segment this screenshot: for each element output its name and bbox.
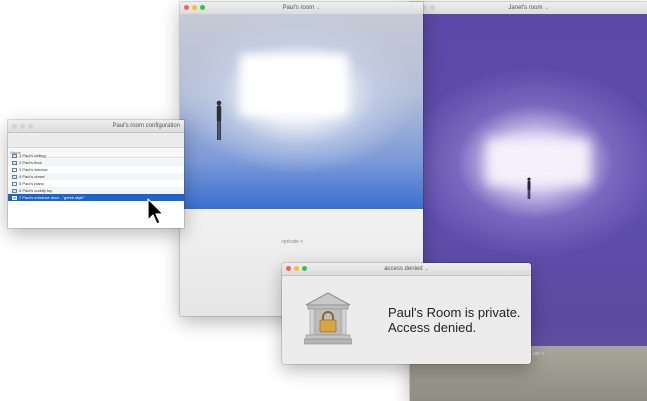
list-item[interactable]: 1 Paul's ceiling [8, 152, 184, 159]
dialog-message: Paul's Room is private. Access denied. [388, 305, 528, 335]
minimize-button[interactable] [20, 124, 25, 129]
list-item[interactable]: 3 Paul's window [8, 166, 184, 173]
list-item-label: 5 Paul's piano [19, 181, 45, 186]
grid-icon [12, 160, 17, 165]
zoom-button[interactable] [430, 5, 435, 10]
zoom-button[interactable] [200, 5, 205, 10]
close-button[interactable] [12, 124, 17, 129]
list-item-label: 6 Paul's cuddly toy [19, 188, 53, 193]
grid-icon [12, 188, 17, 193]
chevron-down-icon[interactable]: ⌄ [425, 266, 429, 272]
list-item-label: 7 Paul's entrance door - "greek style" [19, 195, 85, 200]
grid-icon [12, 153, 17, 158]
minimize-button[interactable] [192, 5, 197, 10]
configuration-titlebar[interactable]: Paul's room configuration [8, 120, 184, 133]
chevron-down-icon[interactable]: ⌄ [316, 5, 320, 11]
toolbar [8, 133, 184, 148]
room-sign: >private < [281, 239, 304, 245]
frame-icon [12, 167, 17, 172]
window-controls [286, 266, 307, 271]
list-item[interactable]: 2 Paul's floor [8, 159, 184, 166]
padlock-temple-icon [304, 292, 352, 345]
mouse-pointer-icon [147, 198, 164, 225]
list-item[interactable]: 4 Paul's closet [8, 173, 184, 180]
grid-icon [12, 174, 17, 179]
list-item[interactable]: 6 Paul's cuddly toy [8, 187, 184, 194]
light-panel [240, 54, 348, 116]
list-item-label: 4 Paul's closet [19, 174, 45, 179]
close-button[interactable] [286, 266, 291, 271]
list-item-label: 2 Paul's floor [19, 160, 42, 165]
zoom-button[interactable] [28, 124, 33, 129]
window-title: Paul's room configuration [112, 123, 180, 129]
message-line-2: Access denied. [388, 320, 477, 335]
list-item-label: 1 Paul's ceiling [19, 153, 46, 158]
window-title: Paul's room [282, 5, 315, 11]
list-item[interactable]: 5 Paul's piano [8, 180, 184, 187]
chevron-down-icon[interactable]: ⌄ [544, 5, 548, 11]
close-button[interactable] [184, 5, 189, 10]
person-silhouette [216, 100, 222, 140]
access-denied-dialog[interactable]: access denied ⌄ Paul's Room is private. A… [282, 263, 531, 364]
grid-icon [12, 195, 17, 200]
window-controls [184, 5, 205, 10]
zoom-button[interactable] [302, 266, 307, 271]
minimize-button[interactable] [294, 266, 299, 271]
person-silhouette [527, 177, 531, 199]
window-controls [12, 124, 33, 129]
light-panel [487, 139, 590, 185]
dialog-titlebar[interactable]: access denied ⌄ [282, 263, 531, 276]
dialog-title: access denied [384, 266, 423, 272]
list-item-label: 3 Paul's window [19, 167, 48, 172]
window-title: Janet's room [508, 5, 543, 11]
message-line-1: Paul's Room is private. [388, 305, 521, 320]
item-list: 1 Paul's ceiling 2 Paul's floor 3 Paul's… [8, 152, 184, 201]
frame-icon [12, 181, 17, 186]
pauls-room-scene [180, 14, 423, 209]
